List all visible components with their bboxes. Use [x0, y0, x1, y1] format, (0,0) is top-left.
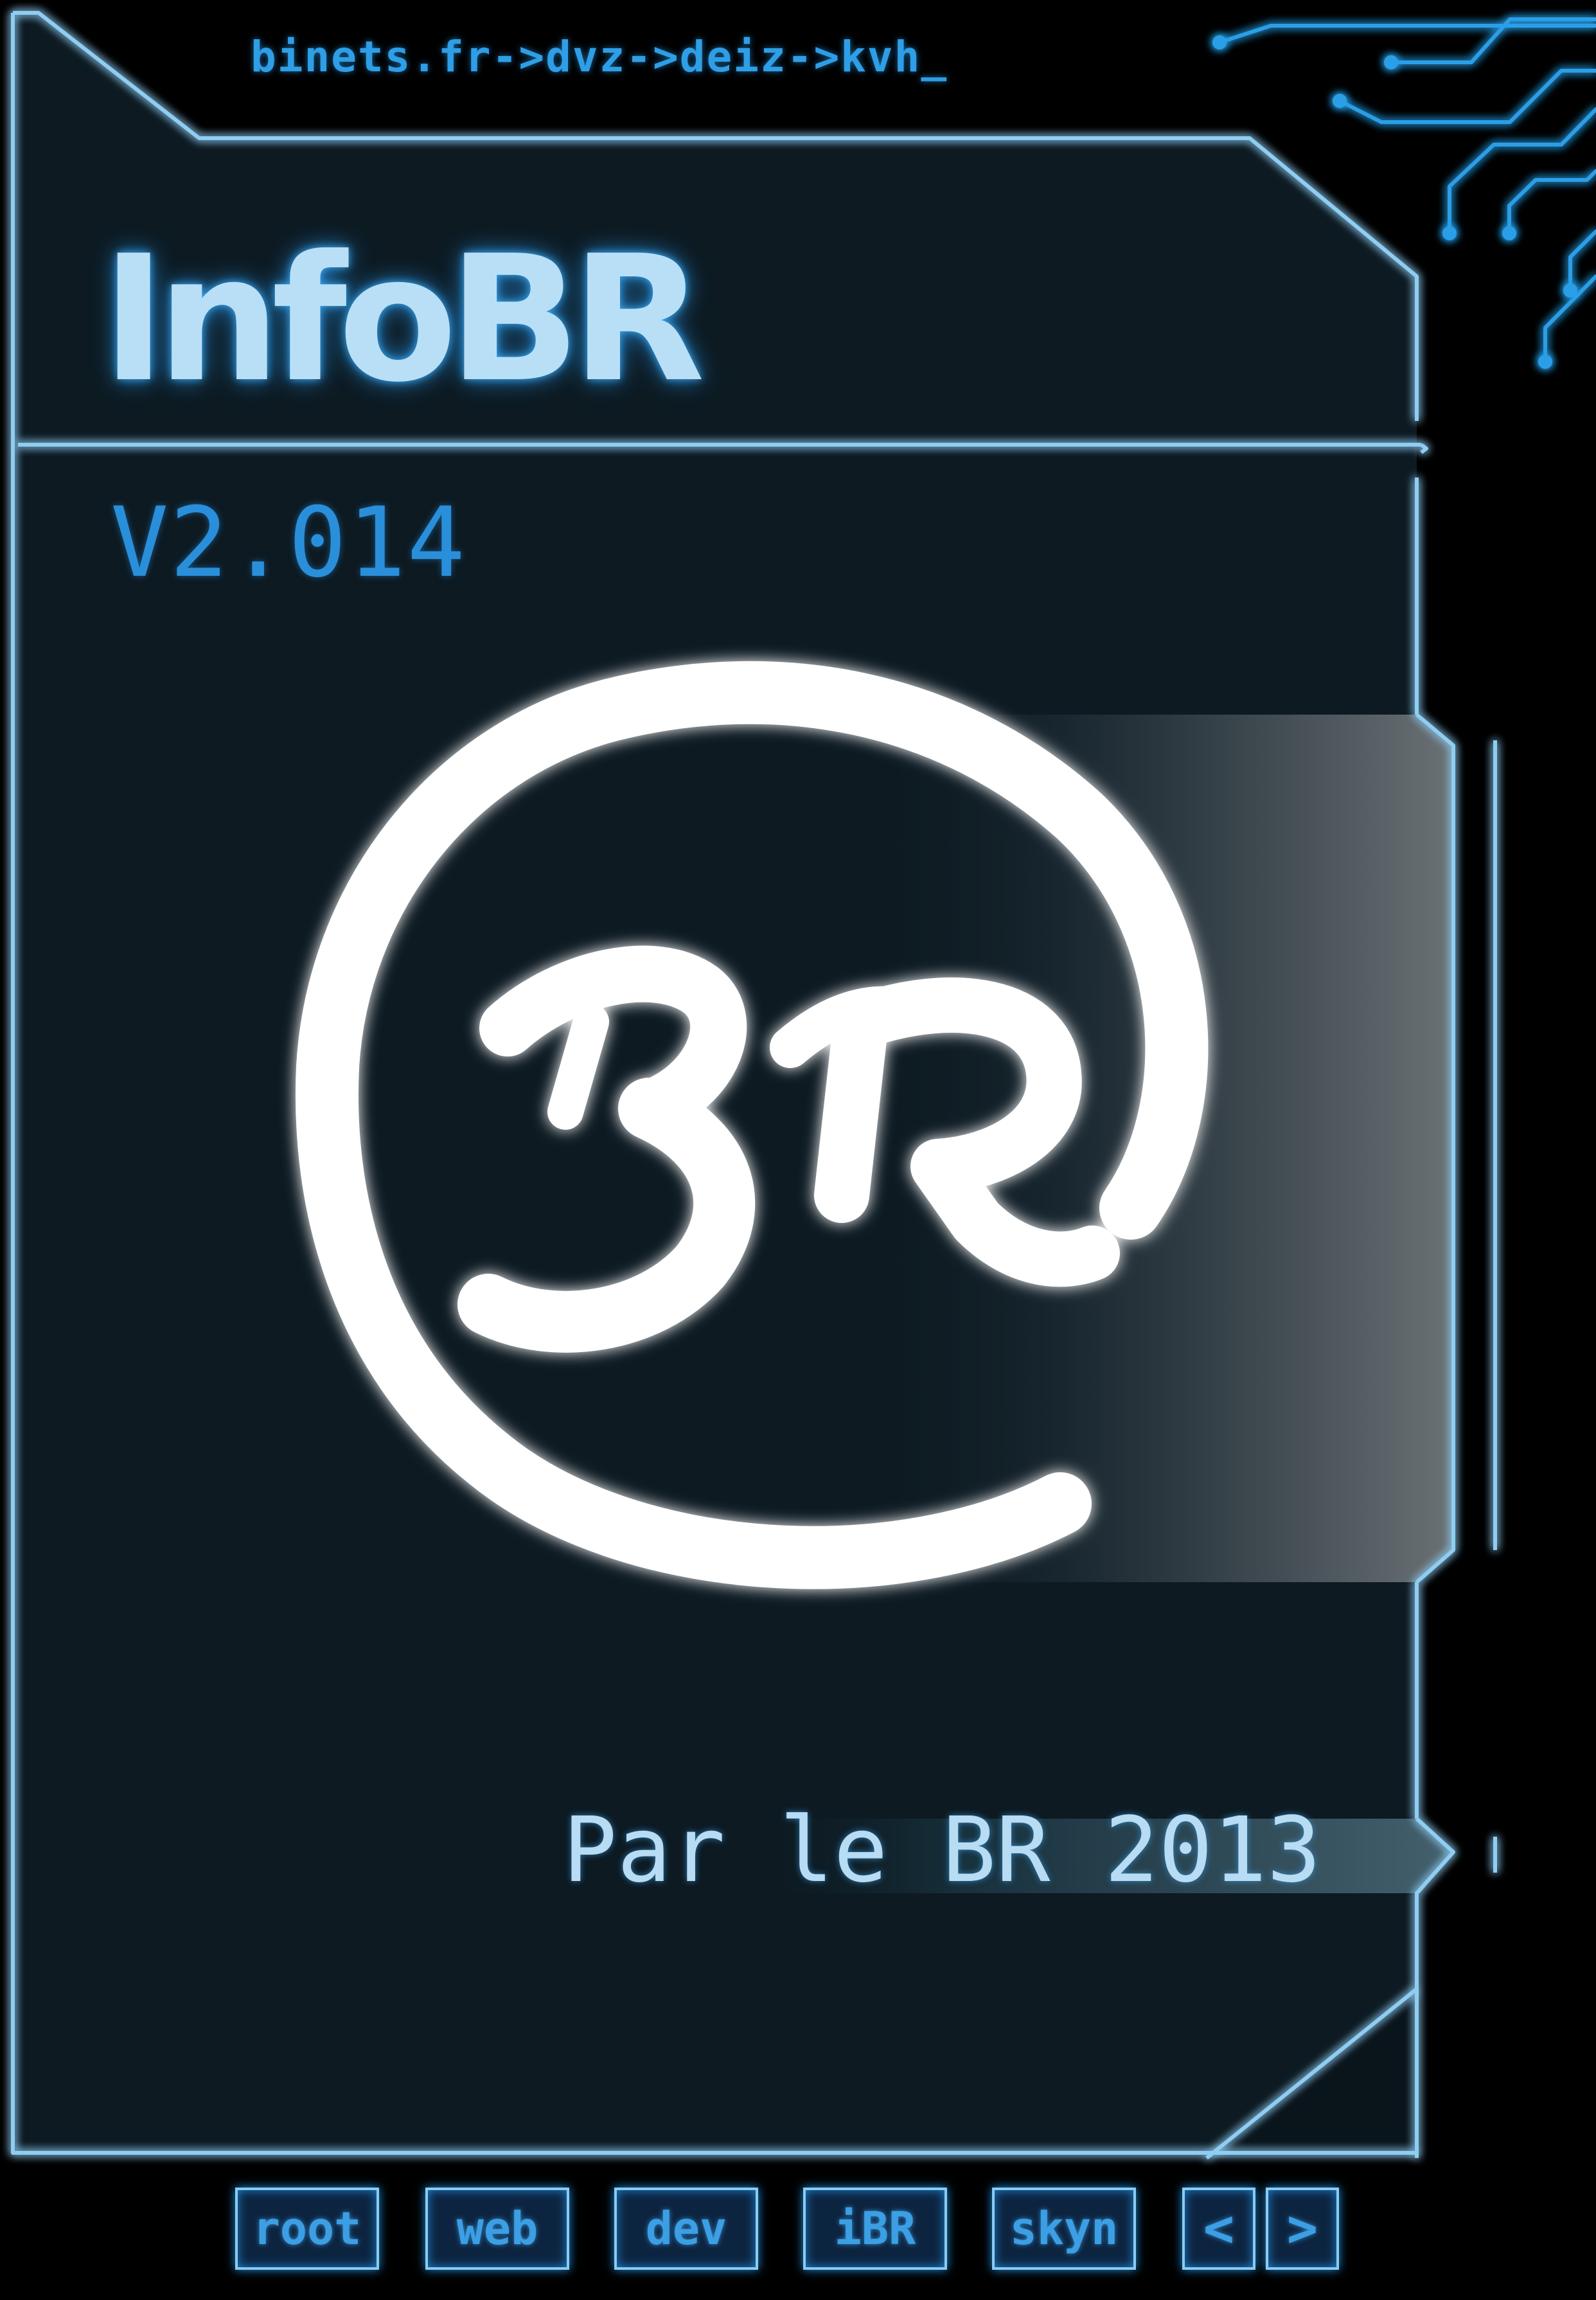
logo-letter-b-stem — [547, 1004, 609, 1130]
nav-prev-button[interactable]: < — [1182, 2188, 1255, 2270]
nav-web-button[interactable]: web — [425, 2188, 569, 2270]
nav-root-button[interactable]: root — [235, 2188, 379, 2270]
nav-skyn-button[interactable]: skyn — [992, 2188, 1136, 2270]
breadcrumb-path: binets.fr->dvz->deiz->kvh_ — [251, 32, 948, 82]
bottom-nav: root web dev iBR skyn < > — [0, 2185, 1596, 2281]
version-label: V2.014 — [111, 487, 466, 599]
page-title: InfoBR — [102, 218, 705, 420]
tagline-text: Par le BR 2013 — [563, 1798, 1322, 1903]
nav-next-button[interactable]: > — [1266, 2188, 1339, 2270]
nav-ibr-button[interactable]: iBR — [803, 2188, 947, 2270]
nav-dev-button[interactable]: dev — [614, 2188, 758, 2270]
